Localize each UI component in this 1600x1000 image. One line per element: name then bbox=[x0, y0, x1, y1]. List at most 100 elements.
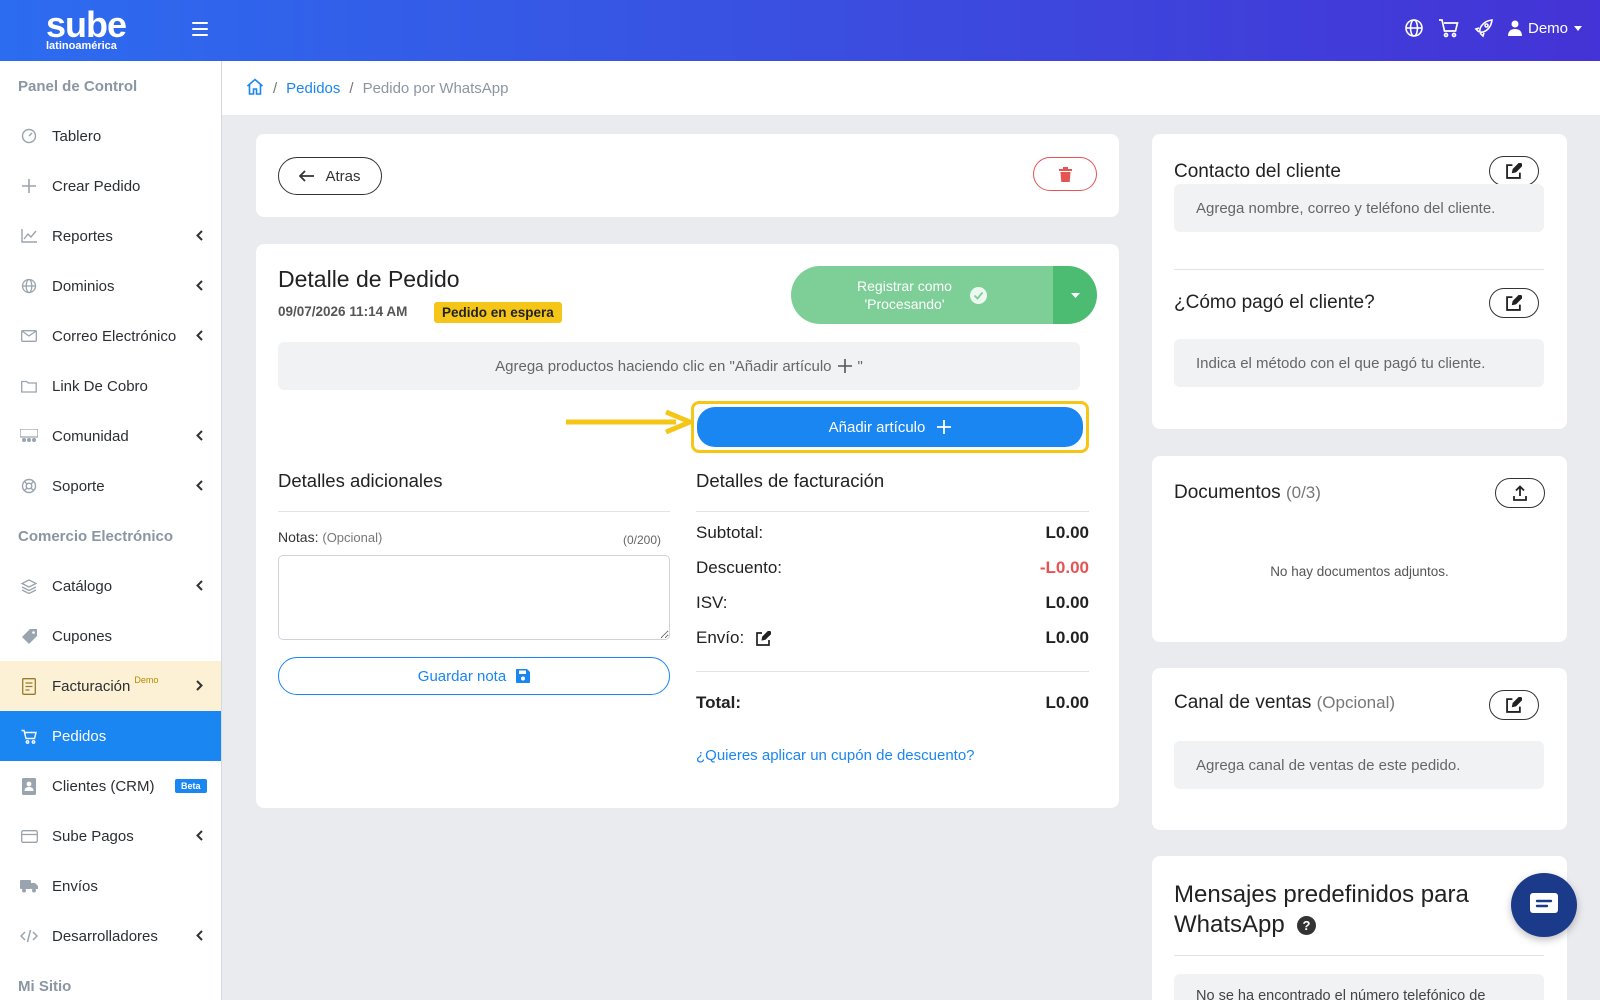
add-products-hint: Agrega productos haciendo clic en "Añadi… bbox=[278, 342, 1080, 390]
globe-icon bbox=[20, 277, 38, 295]
contact-title: Contacto del cliente bbox=[1174, 161, 1341, 182]
channel-title: Canal de ventas (Opcional) bbox=[1174, 692, 1395, 714]
sidebar-item-envios[interactable]: Envíos bbox=[0, 861, 221, 911]
lifebuoy-icon bbox=[20, 477, 38, 495]
chevron-left-icon bbox=[196, 280, 203, 291]
sidebar-item-label: Comunidad bbox=[52, 427, 129, 445]
back-button[interactable]: Atras bbox=[278, 157, 382, 195]
menu-toggle-icon[interactable] bbox=[192, 22, 208, 38]
sidebar-item-label: Catálogo bbox=[52, 577, 113, 595]
sidebar-section-ecommerce: Comercio Electrónico bbox=[18, 527, 174, 545]
notes-textarea[interactable] bbox=[278, 555, 670, 640]
breadcrumb: / Pedidos / Pedido por WhatsApp bbox=[222, 61, 1600, 115]
sidebar-item-label: Clientes (CRM) bbox=[52, 777, 155, 795]
sidebar-item-label: Envíos bbox=[52, 877, 98, 895]
plus-icon bbox=[837, 359, 852, 373]
upload-icon bbox=[1513, 485, 1527, 501]
sidebar-item-link-de-cobro[interactable]: Link De Cobro bbox=[0, 361, 221, 411]
beta-badge: Beta bbox=[175, 779, 207, 793]
globe-icon[interactable] bbox=[1404, 18, 1424, 38]
tag-icon bbox=[20, 627, 38, 645]
code-icon bbox=[20, 927, 38, 945]
sidebar-item-correo[interactable]: Correo Electrónico bbox=[0, 311, 221, 361]
sidebar-section-panel: Panel de Control bbox=[18, 77, 138, 95]
edit-shipping-icon[interactable] bbox=[756, 630, 772, 646]
sidebar-item-soporte[interactable]: Soporte bbox=[0, 461, 221, 511]
sidebar-item-label: Link De Cobro bbox=[52, 377, 148, 395]
sidebar-item-cupones[interactable]: Cupones bbox=[0, 611, 221, 661]
sidebar-item-pedidos[interactable]: Pedidos bbox=[0, 711, 221, 761]
sidebar-item-clientes[interactable]: Clientes (CRM) Beta bbox=[0, 761, 221, 811]
breadcrumb-pedidos-link[interactable]: Pedidos bbox=[286, 80, 340, 97]
svg-text:?: ? bbox=[1302, 918, 1310, 933]
edit-icon bbox=[1506, 697, 1522, 713]
floppy-disk-icon bbox=[516, 669, 531, 683]
home-icon[interactable] bbox=[246, 77, 264, 99]
sidebar-item-label: Sube Pagos bbox=[52, 827, 134, 845]
user-menu[interactable]: Demo bbox=[1507, 20, 1582, 37]
subtotal-label: Subtotal: bbox=[696, 523, 764, 542]
edit-icon bbox=[1506, 163, 1522, 179]
apply-coupon-link[interactable]: ¿Quieres aplicar un cupón de descuento? bbox=[696, 747, 975, 764]
caret-down-icon bbox=[1070, 292, 1080, 298]
sidebar-item-label: Crear Pedido bbox=[52, 177, 141, 195]
chat-icon bbox=[1530, 893, 1558, 913]
chevron-right-icon bbox=[196, 680, 203, 691]
sidebar-item-sube-pagos[interactable]: Sube Pagos bbox=[0, 811, 221, 861]
add-item-button[interactable]: Añadir artículo bbox=[697, 407, 1083, 447]
edit-channel-button[interactable] bbox=[1489, 690, 1539, 720]
save-note-label: Guardar nota bbox=[417, 667, 507, 685]
divider bbox=[696, 511, 1089, 512]
payment-placeholder: Indica el método con el que pagó tu clie… bbox=[1174, 339, 1544, 387]
caret-down-icon bbox=[1574, 25, 1582, 31]
edit-contact-button[interactable] bbox=[1489, 156, 1539, 186]
save-note-button[interactable]: Guardar nota bbox=[278, 657, 670, 695]
chat-support-button[interactable] bbox=[1511, 873, 1577, 937]
divider bbox=[278, 511, 670, 512]
total-row: Total: L0.00 bbox=[696, 693, 1089, 713]
truck-icon bbox=[20, 877, 38, 895]
upload-document-button[interactable] bbox=[1495, 478, 1545, 508]
register-dropdown-toggle[interactable] bbox=[1053, 266, 1097, 324]
sidebar-item-label: Facturación bbox=[52, 677, 131, 695]
order-date: 09/07/2026 11:14 AM bbox=[278, 304, 408, 319]
brand-logo[interactable]: sube latinoamérica bbox=[46, 4, 127, 53]
payment-title: ¿Cómo pagó el cliente? bbox=[1174, 292, 1375, 313]
subtotal-row: Subtotal: L0.00 bbox=[696, 523, 1089, 543]
edit-payment-button[interactable] bbox=[1489, 288, 1539, 318]
total-value: L0.00 bbox=[1045, 693, 1089, 712]
delete-button[interactable] bbox=[1033, 157, 1097, 191]
messages-notice-text: No se ha encontrado el número telefónico… bbox=[1196, 988, 1486, 1000]
sidebar-item-dominios[interactable]: Dominios bbox=[0, 261, 221, 311]
hint-close-quote: " bbox=[857, 357, 863, 375]
discount-label: Descuento: bbox=[696, 558, 782, 577]
sidebar-item-label: Reportes bbox=[52, 227, 113, 245]
brand-name: sube bbox=[46, 4, 127, 45]
rocket-icon[interactable] bbox=[1474, 18, 1494, 38]
invoice-icon bbox=[20, 677, 38, 695]
sidebar-item-crear-pedido[interactable]: Crear Pedido bbox=[0, 161, 221, 211]
register-processing-button[interactable]: Registrar como 'Procesando' bbox=[791, 266, 1097, 324]
billing-details-title: Detalles de facturación bbox=[696, 470, 885, 491]
folder-icon bbox=[20, 377, 38, 395]
hint-text: Agrega productos haciendo clic en "Añadi… bbox=[495, 357, 832, 375]
sidebar-item-facturacion[interactable]: Facturación Demo bbox=[0, 661, 221, 711]
divider bbox=[1174, 955, 1544, 956]
arrow-right-annotation-icon bbox=[566, 410, 693, 434]
sidebar-item-comunidad[interactable]: Comunidad bbox=[0, 411, 221, 461]
sidebar-item-label: Soporte bbox=[52, 477, 105, 495]
documents-title-text: Documentos bbox=[1174, 482, 1281, 503]
sidebar-item-tablero[interactable]: Tablero bbox=[0, 111, 221, 161]
plus-icon bbox=[20, 177, 38, 195]
documents-count: (0/3) bbox=[1285, 483, 1321, 502]
messages-notice-box: No se ha encontrado el número telefónico… bbox=[1174, 974, 1544, 1000]
cart-icon[interactable] bbox=[1438, 18, 1460, 38]
order-detail-card: Detalle de Pedido 09/07/2026 11:14 AM Pe… bbox=[256, 244, 1119, 808]
shipping-label: Envío: bbox=[696, 628, 745, 647]
sidebar-item-catalogo[interactable]: Catálogo bbox=[0, 561, 221, 611]
sidebar-item-desarrolladores[interactable]: Desarrolladores bbox=[0, 911, 221, 961]
status-badge: Pedido en espera bbox=[434, 302, 562, 323]
help-icon[interactable]: ? bbox=[1296, 915, 1316, 935]
chevron-left-icon bbox=[196, 580, 203, 591]
sidebar-item-reportes[interactable]: Reportes bbox=[0, 211, 221, 261]
